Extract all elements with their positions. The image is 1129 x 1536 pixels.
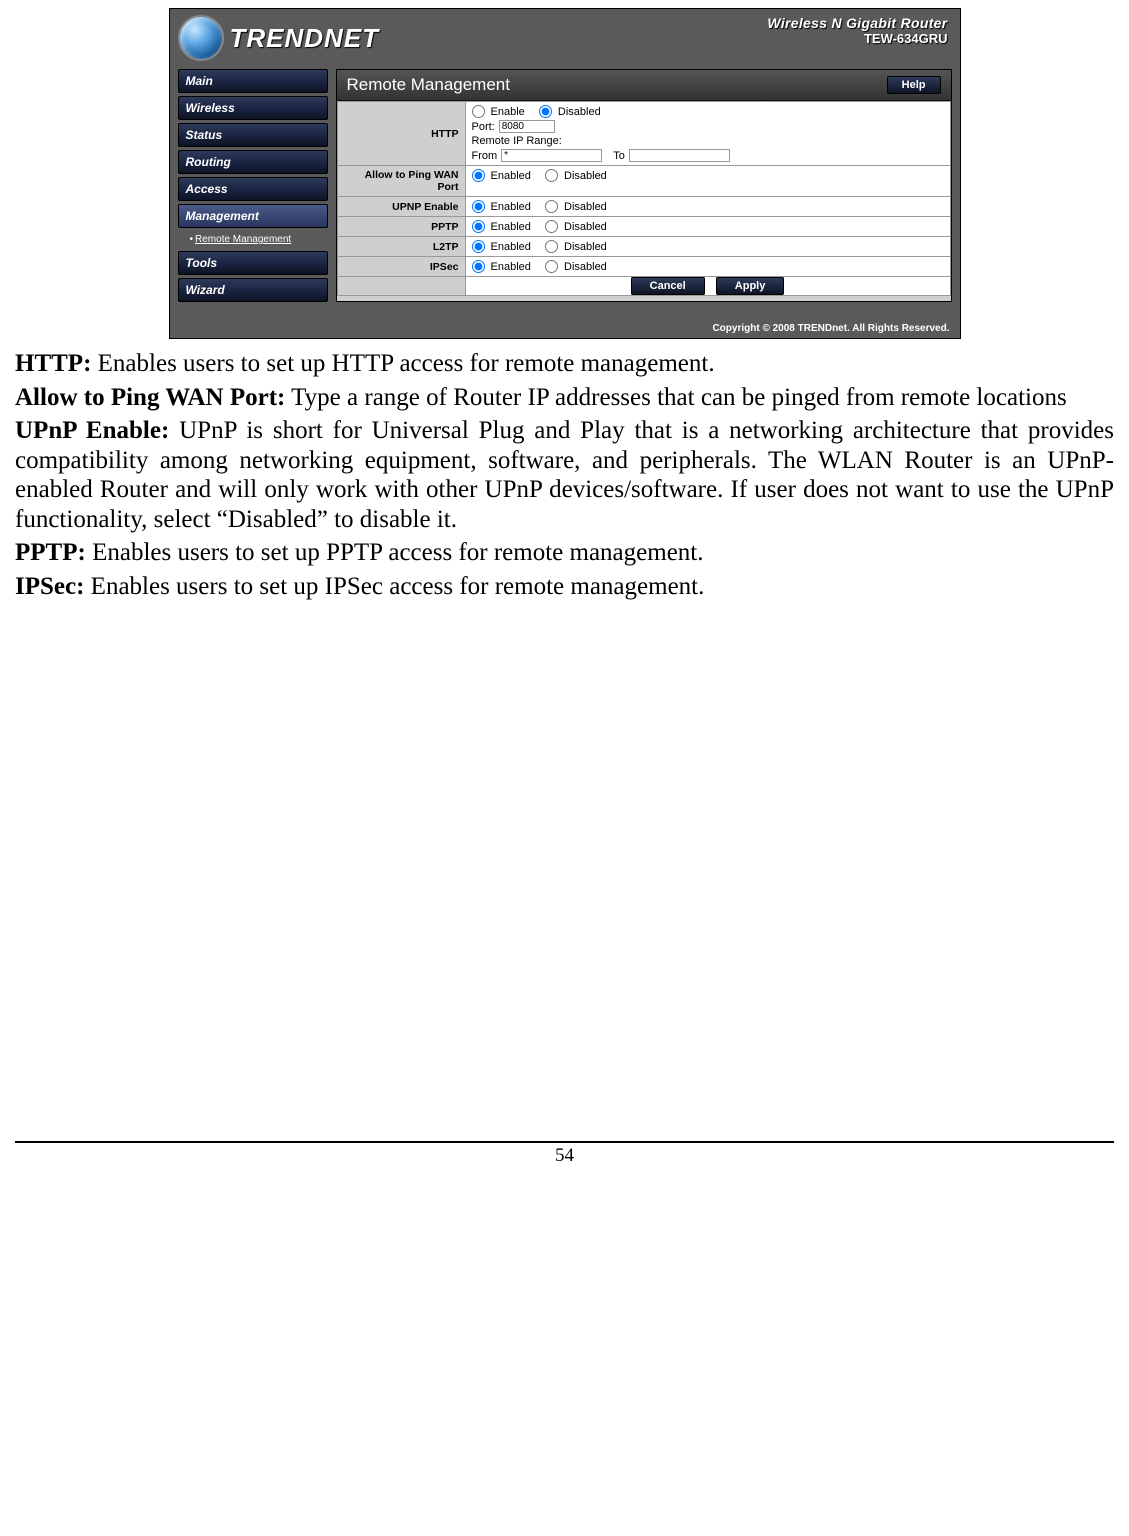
- action-row: Cancel Apply: [465, 277, 950, 296]
- router-screenshot: TRENDNET Wireless N Gigabit Router TEW-6…: [169, 8, 961, 339]
- nav-sidebar: Main Wireless Status Routing Access Mana…: [178, 69, 328, 302]
- upnp-enabled-label: Enabled: [491, 201, 531, 213]
- doc-ping-t: Type a range of Router IP addresses that…: [285, 384, 1066, 411]
- ipsec-enabled-label: Enabled: [491, 261, 531, 273]
- http-disabled-radio[interactable]: [539, 105, 552, 118]
- nav-tools[interactable]: Tools: [178, 251, 328, 275]
- brand-text: TRENDNET: [230, 23, 380, 54]
- row-l2tp-label: L2TP: [337, 237, 465, 257]
- row-ping-label: Allow to Ping WAN Port: [337, 166, 465, 197]
- doc-text: HTTP: Enables users to set up HTTP acces…: [15, 349, 1114, 601]
- panel-title: Remote Management: [347, 75, 510, 95]
- doc-pptp-t: Enables users to set up PPTP access for …: [86, 539, 704, 566]
- footer-rule: [15, 1141, 1114, 1143]
- cancel-button[interactable]: Cancel: [631, 277, 705, 295]
- ping-enabled-radio[interactable]: [472, 169, 485, 182]
- doc-ping-b: Allow to Ping WAN Port:: [15, 384, 285, 411]
- doc-http-b: HTTP:: [15, 350, 91, 377]
- nav-main[interactable]: Main: [178, 69, 328, 93]
- doc-ipsec-b: IPSec:: [15, 573, 84, 600]
- row-pptp-label: PPTP: [337, 217, 465, 237]
- l2tp-enabled-radio[interactable]: [472, 240, 485, 253]
- http-from-input[interactable]: [501, 149, 602, 162]
- doc-ipsec-t: Enables users to set up IPSec access for…: [84, 573, 704, 600]
- ipsec-enabled-radio[interactable]: [472, 260, 485, 273]
- doc-upnp-t: UPnP is short for Universal Plug and Pla…: [15, 417, 1114, 533]
- page-number: 54: [15, 1145, 1114, 1167]
- main-panel: Remote Management Help HTTP Enable Disab…: [336, 69, 952, 302]
- http-range-label: Remote IP Range:: [472, 135, 944, 147]
- model-title: Wireless N Gigabit Router: [767, 15, 947, 31]
- pptp-disabled-radio[interactable]: [545, 220, 558, 233]
- nav-wireless[interactable]: Wireless: [178, 96, 328, 120]
- upnp-disabled-label: Disabled: [564, 201, 607, 213]
- l2tp-disabled-radio[interactable]: [545, 240, 558, 253]
- nav-access[interactable]: Access: [178, 177, 328, 201]
- ipsec-disabled-label: Disabled: [564, 261, 607, 273]
- ipsec-disabled-radio[interactable]: [545, 260, 558, 273]
- apply-button[interactable]: Apply: [716, 277, 785, 295]
- nav-sub-link[interactable]: Remote Management: [195, 234, 291, 245]
- http-enable-label: Enable: [491, 106, 525, 118]
- ping-disabled-radio[interactable]: [545, 169, 558, 182]
- ping-disabled-label: Disabled: [564, 170, 607, 182]
- upnp-enabled-radio[interactable]: [472, 200, 485, 213]
- pptp-disabled-label: Disabled: [564, 221, 607, 233]
- http-to-label: To: [613, 150, 625, 162]
- ping-enabled-label: Enabled: [491, 170, 531, 182]
- settings-table: HTTP Enable Disabled Port: Re: [337, 101, 951, 296]
- doc-http-t: Enables users to set up HTTP access for …: [91, 350, 714, 377]
- brand-orb-icon: [178, 15, 224, 61]
- l2tp-disabled-label: Disabled: [564, 241, 607, 253]
- http-disabled-label: Disabled: [558, 106, 601, 118]
- http-enable-radio[interactable]: [472, 105, 485, 118]
- http-port-input[interactable]: [499, 120, 555, 133]
- panel-title-bar: Remote Management Help: [337, 70, 951, 101]
- nav-routing[interactable]: Routing: [178, 150, 328, 174]
- nav-management[interactable]: Management: [178, 204, 328, 228]
- pptp-enabled-label: Enabled: [491, 221, 531, 233]
- http-port-label: Port:: [472, 121, 495, 133]
- nav-sub-remote[interactable]: •Remote Management: [178, 231, 328, 248]
- help-button[interactable]: Help: [887, 76, 941, 94]
- nav-status[interactable]: Status: [178, 123, 328, 147]
- doc-pptp-b: PPTP:: [15, 539, 86, 566]
- router-header: TRENDNET Wireless N Gigabit Router TEW-6…: [170, 9, 960, 65]
- row-http-label: HTTP: [337, 102, 465, 166]
- row-actions-spacer: [337, 277, 465, 296]
- nav-wizard[interactable]: Wizard: [178, 278, 328, 302]
- pptp-enabled-radio[interactable]: [472, 220, 485, 233]
- brand-logo: TRENDNET: [178, 15, 380, 61]
- copyright: Copyright © 2008 TRENDnet. All Rights Re…: [170, 320, 960, 338]
- row-http-controls: Enable Disabled Port: Remote IP Range: F…: [465, 102, 950, 166]
- row-ipsec-label: IPSec: [337, 257, 465, 277]
- http-to-input[interactable]: [629, 149, 730, 162]
- upnp-disabled-radio[interactable]: [545, 200, 558, 213]
- row-upnp-label: UPNP Enable: [337, 197, 465, 217]
- model-sub: TEW-634GRU: [767, 31, 947, 46]
- l2tp-enabled-label: Enabled: [491, 241, 531, 253]
- model-block: Wireless N Gigabit Router TEW-634GRU: [767, 15, 947, 46]
- http-from-label: From: [472, 150, 498, 162]
- doc-upnp-b: UPnP Enable:: [15, 417, 169, 444]
